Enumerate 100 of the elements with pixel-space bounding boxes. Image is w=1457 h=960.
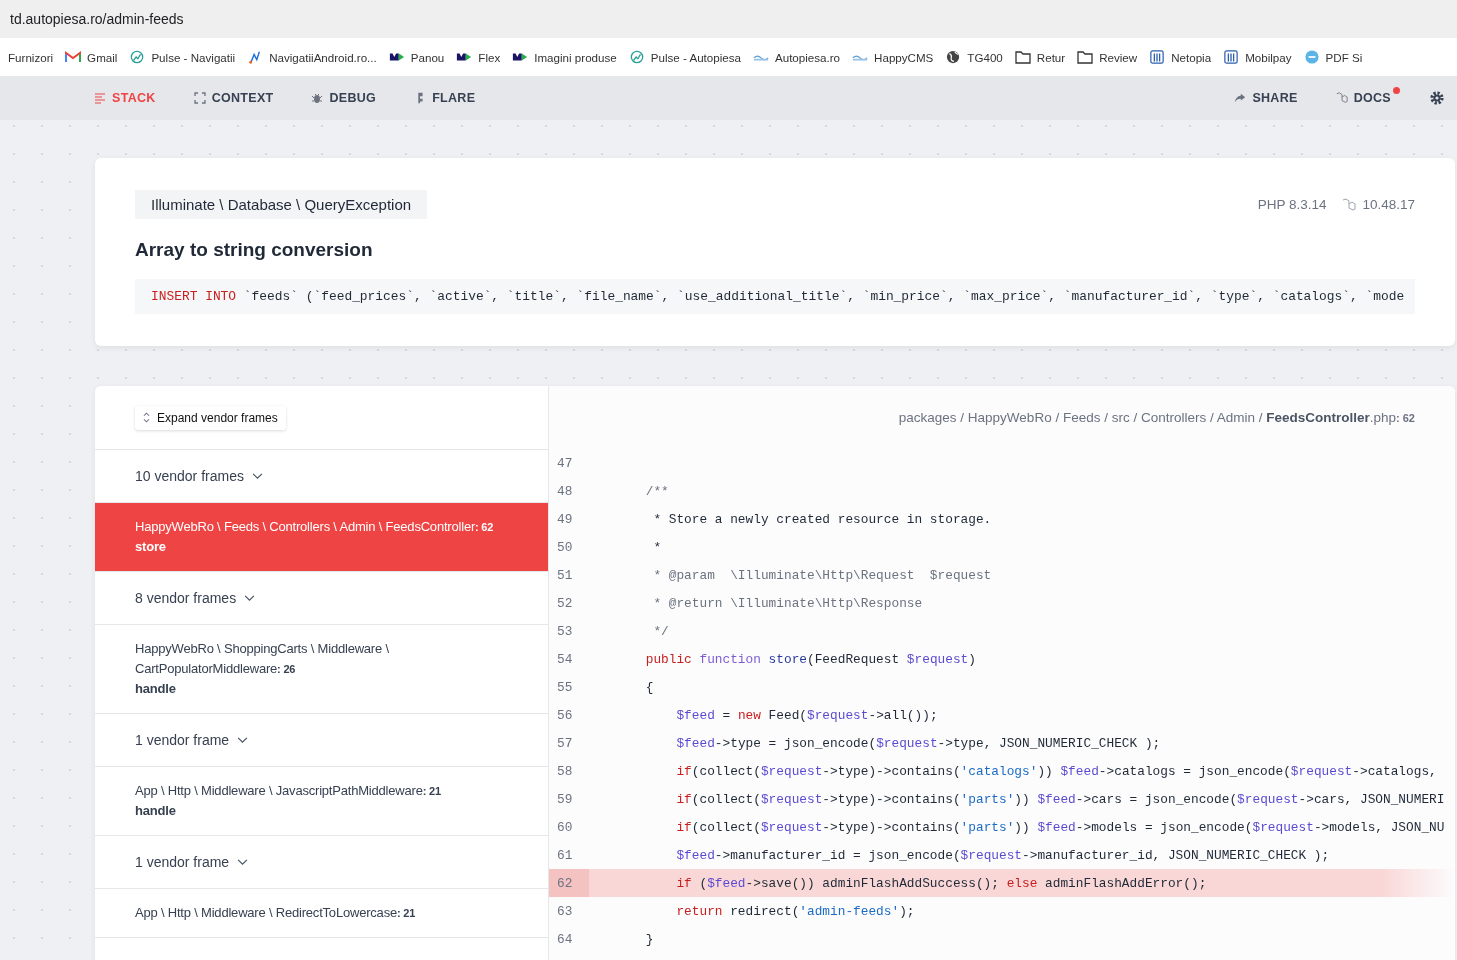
bookmark[interactable]: Furnizori	[8, 50, 54, 64]
bookmark[interactable]: TG400	[945, 50, 1003, 64]
line-number: 52	[556, 594, 574, 613]
frame-method: handle	[135, 680, 177, 698]
vendor-frames-toggle[interactable]: 8 vendor frames	[95, 572, 548, 625]
globe-icon	[945, 50, 962, 64]
chevron-down-icon	[237, 736, 249, 744]
nav-tab[interactable]: DEBUG	[311, 87, 377, 109]
stack-frame[interactable]: HappyWebRo \ ShoppingCarts \ Middleware \ CartPopulatorMiddleware: 26 handle	[95, 625, 548, 714]
bars-icon	[1149, 50, 1166, 64]
code-line: if ($feed->save()) adminFlashAddSuccess(); else adminFlashAddError();	[675, 875, 1207, 891]
nav-action[interactable]: DOCS	[1335, 87, 1391, 109]
code-line: *	[652, 539, 662, 555]
bookmark[interactable]: Imagini produse	[512, 50, 617, 64]
code-line: $feed->type = json_encode($request->type, JSON_NUMERIC_CHECK );	[675, 735, 1161, 751]
bookmark[interactable]: Review	[1077, 50, 1138, 64]
frame-corners-icon	[193, 92, 206, 104]
gauge-icon	[129, 50, 146, 64]
line-number: 61	[556, 846, 574, 865]
line-number: 48	[556, 482, 574, 501]
line-number: 53	[556, 622, 574, 641]
code-line: /**	[644, 483, 669, 499]
line-number: 58	[556, 762, 574, 781]
folder-icon	[1077, 50, 1094, 64]
mail-icon	[65, 50, 82, 64]
code-line: }	[644, 931, 654, 947]
bookmark[interactable]: Mobilpay	[1223, 50, 1292, 64]
chevron-down-icon	[244, 594, 256, 602]
line-number: 59	[556, 790, 574, 809]
code-line: {	[644, 679, 654, 695]
settings-icon[interactable]	[1429, 90, 1445, 106]
code-line: if(collect($request->type)->contains('parts')) $feed->cars = json_encode($request->cars, JSON_NUMERI	[675, 791, 1445, 807]
bookmark[interactable]: Panou	[388, 50, 445, 64]
nav-tab[interactable]: CONTEXT	[193, 87, 274, 109]
stack-frame[interactable]: HappyWebRo \ Feeds \ Controllers \ Admin \ FeedsController: 62 store	[95, 503, 548, 572]
code-line: * @param \Illuminate\Http\Request $request	[652, 567, 992, 583]
line-number: 49	[556, 510, 574, 529]
code-line: if(collect($request->type)->contains('parts')) $feed->models = json_encode($request->models, JSON_NU	[675, 819, 1445, 835]
code-line: * @return \Illuminate\Http\Response	[652, 595, 923, 611]
line-number: 62	[549, 869, 589, 897]
expand-vendor-frames-button[interactable]: Expand vendor frames	[135, 405, 286, 430]
nav-action[interactable]: SHARE	[1234, 87, 1298, 109]
bookmark[interactable]: Retur	[1014, 50, 1066, 64]
line-number: 57	[556, 734, 574, 753]
sql-query: INSERT INTO `feeds` (`feed_prices`, `active`, `title`, `file_name`, `use_additional_title`, `min_price`, `max_price`, `manufacturer_id`, `type`, `catalogs`, `mode	[135, 279, 1415, 314]
m-logo-icon	[512, 50, 529, 64]
frame-class: App \ Http \ Middleware \ JavascriptPathMiddleware: 21	[135, 782, 442, 800]
bookmark[interactable]: NavigatiiAndroid.ro...	[247, 50, 377, 64]
code-line: $feed->manufacturer_id = json_encode($request->manufacturer_id, JSON_NUMERIC_CHECK );	[675, 847, 1330, 863]
line-number: 56	[556, 706, 574, 725]
nav-tab[interactable]: FLARE	[414, 87, 476, 109]
line-number: 54	[556, 650, 574, 669]
php-version: PHP 8.3.14	[1257, 197, 1327, 212]
line-number: 50	[556, 538, 574, 557]
frame-class: App \ Http \ Middleware \ RedirectToLowercase: 21	[135, 904, 417, 922]
folder-icon	[1014, 50, 1031, 64]
code-line: if(collect($request->type)->contains('catalogs')) $feed->catalogs = json_encode($request->catalogs,	[675, 763, 1437, 779]
vendor-frames-toggle[interactable]: 1 vendor frame	[95, 836, 548, 889]
bookmark[interactable]: Flex	[456, 50, 501, 64]
list-icon	[94, 92, 106, 104]
chevron-down-icon	[251, 472, 263, 480]
line-number: 60	[556, 818, 574, 837]
bookmark[interactable]: Gmail	[65, 50, 118, 64]
line-number: 63	[556, 902, 574, 921]
line-number: 51	[556, 566, 574, 585]
address-bar[interactable]: td.autopiesa.ro/admin-feeds	[10, 11, 184, 27]
bookmark[interactable]: Pulse - Navigatii	[129, 50, 236, 64]
code-line: public function store(FeedRequest $request)	[644, 651, 976, 667]
gauge-icon	[628, 50, 645, 64]
chevron-up-down-icon	[143, 412, 150, 423]
line-number: 55	[556, 678, 574, 697]
bookmark[interactable]: Autopiesa.ro	[752, 50, 841, 64]
code-line: $feed = new Feed($request->all());	[675, 707, 938, 723]
bookmark[interactable]: PDF Si	[1303, 50, 1363, 64]
m-logo-icon	[388, 50, 405, 64]
chevron-down-icon	[237, 858, 249, 866]
line-number: 64	[556, 930, 574, 949]
vendor-frames-toggle[interactable]: 1 vendor frame	[95, 714, 548, 767]
code-line: * Store a newly created resource in storage.	[652, 511, 992, 527]
link-circle-icon	[1303, 50, 1320, 64]
stack-frame[interactable]: App \ Http \ Middleware \ JavascriptPathMiddleware: 21 handle	[95, 767, 548, 836]
code-line: */	[652, 623, 669, 639]
file-path: packages / HappyWebRo / Feeds / src / Controllers / Admin / FeedsController.php: 62	[898, 410, 1415, 425]
exception-class: Illuminate \ Database \ QueryException	[135, 190, 428, 219]
bookmark[interactable]: Netopia	[1149, 50, 1212, 64]
bars-icon	[1223, 50, 1240, 64]
frame-class: HappyWebRo \ ShoppingCarts \ Middleware \ CartPopulatorMiddleware: 26	[135, 640, 390, 678]
frame-method: handle	[135, 802, 177, 820]
bookmark[interactable]: HappyCMS	[852, 50, 934, 64]
laravel-version: 10.48.17	[1362, 197, 1415, 212]
exception-message: Array to string conversion	[135, 239, 374, 261]
stack-frame[interactable]: App \ Http \ Middleware \ RedirectToLowercase: 21	[95, 889, 548, 938]
frame-method: store	[135, 538, 167, 556]
frame-class: HappyWebRo \ Feeds \ Controllers \ Admin \ FeedsController: 62	[135, 518, 495, 536]
m-logo-icon	[456, 50, 473, 64]
share-icon	[1234, 92, 1247, 104]
bug-icon	[311, 92, 324, 104]
code-line: return redirect('admin-feeds');	[675, 903, 915, 919]
bookmark[interactable]: Pulse - Autopiesa	[628, 50, 741, 64]
line-number: 47	[556, 454, 574, 473]
